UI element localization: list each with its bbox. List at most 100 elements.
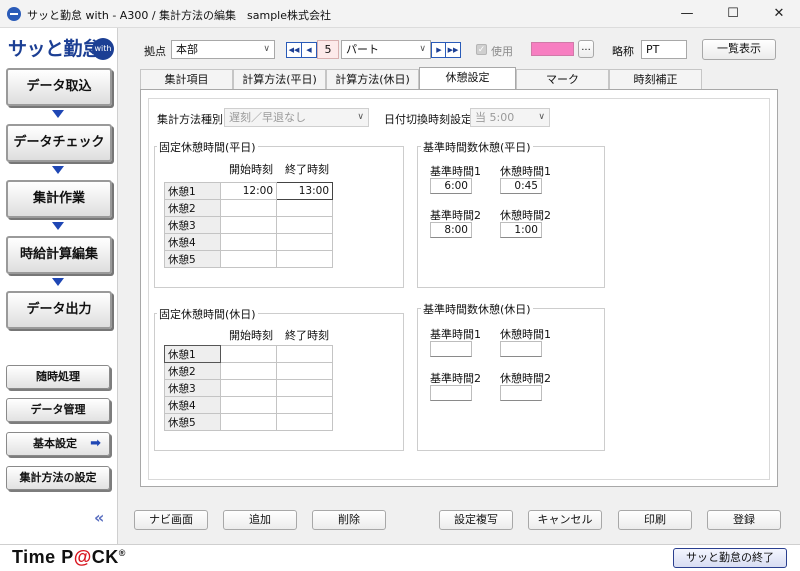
end-time-cell[interactable] — [276, 379, 333, 397]
flow-arrow-icon — [52, 166, 64, 174]
record-number[interactable]: 5 — [317, 40, 339, 59]
fixed-break-weekday-title: 固定休憩時間(平日) — [157, 139, 258, 155]
type-select[interactable]: パート ∨ — [341, 40, 431, 59]
table-row: 休憩5 — [164, 413, 333, 431]
table-row: 休憩2 — [164, 362, 333, 380]
flow-arrow-icon — [52, 110, 64, 118]
start-time-cell[interactable] — [220, 199, 277, 217]
prev-record-icon[interactable]: ◀ — [301, 42, 317, 58]
fixed-break-holiday-title: 固定休憩時間(休日) — [157, 306, 258, 322]
flow-arrow-icon — [52, 222, 64, 230]
break-hours-2-input[interactable] — [500, 385, 542, 401]
break-hours-1-input[interactable]: 0:45 — [500, 178, 542, 194]
start-time-cell[interactable] — [220, 413, 277, 431]
start-time-cell[interactable] — [220, 216, 277, 234]
side-btn-data-management[interactable]: データ管理 — [6, 398, 110, 422]
tab-calc-weekday[interactable]: 計算方法(平日) — [233, 69, 326, 89]
row-label: 休憩1 — [164, 345, 221, 363]
side-btn-adhoc[interactable]: 随時処理 — [6, 365, 110, 389]
collapse-nav-icon[interactable]: « — [94, 508, 104, 527]
start-time-cell[interactable] — [220, 233, 277, 251]
tab-calc-holiday[interactable]: 計算方法(休日) — [326, 69, 419, 89]
exit-app-button[interactable]: サッと勤怠の終了 — [673, 548, 787, 568]
site-select[interactable]: 本部 ∨ — [171, 40, 275, 59]
window-title: サッと勤怠 with - A300 / 集計方法の編集 sample株式会社 — [27, 9, 332, 22]
flow-arrow-icon — [52, 278, 64, 286]
start-time-cell[interactable] — [220, 379, 277, 397]
nav-step-aggregation[interactable]: 集計作業 — [6, 180, 112, 218]
break-hours-1-input[interactable] — [500, 341, 542, 357]
brand-text-a: Time P — [12, 547, 74, 567]
start-time-cell[interactable] — [220, 362, 277, 380]
std-hours-1-input[interactable] — [430, 341, 472, 357]
print-button[interactable]: 印刷 — [618, 510, 692, 530]
end-time-cell[interactable] — [276, 345, 333, 363]
nav-step-hourly-wage-edit[interactable]: 時給計算編集 — [6, 236, 112, 274]
arrow-right-icon: ➡ — [90, 436, 101, 451]
start-time-cell[interactable] — [220, 250, 277, 268]
end-time-cell[interactable] — [276, 216, 333, 234]
copy-settings-button[interactable]: 設定複写 — [439, 510, 513, 530]
tab-time-correction[interactable]: 時刻補正 — [609, 69, 702, 89]
col-start-label: 開始時刻 — [229, 163, 273, 176]
col-end-label: 終了時刻 — [285, 163, 329, 176]
side-btn-basic-settings[interactable]: 基本設定 ➡ — [6, 432, 110, 456]
row-label: 休憩3 — [164, 216, 221, 234]
use-label: 使用 — [491, 45, 513, 58]
maximize-button[interactable]: ☐ — [710, 0, 756, 28]
register-button[interactable]: 登録 — [707, 510, 781, 530]
nav-step-data-check[interactable]: データチェック — [6, 124, 112, 162]
delete-button[interactable]: 削除 — [312, 510, 386, 530]
chevron-down-icon: ∨ — [419, 44, 426, 54]
close-button[interactable]: ✕ — [756, 0, 800, 28]
table-row: 休憩4 — [164, 233, 333, 251]
break-hours-2-input[interactable]: 1:00 — [500, 222, 542, 238]
app-icon — [7, 7, 21, 21]
start-time-cell[interactable]: 12:00 — [220, 182, 277, 200]
end-time-cell[interactable]: 13:00 — [276, 182, 333, 200]
start-time-cell[interactable] — [220, 396, 277, 414]
last-record-icon[interactable]: ▶▶ — [445, 42, 461, 58]
cancel-button[interactable]: キャンセル — [528, 510, 602, 530]
tab-break-settings[interactable]: 休憩設定 — [419, 67, 516, 90]
row-label: 休憩2 — [164, 362, 221, 380]
end-time-cell[interactable] — [276, 362, 333, 380]
abbr-input[interactable]: PT — [641, 40, 687, 59]
start-time-cell[interactable] — [220, 345, 277, 363]
break-hours-1-label: 休憩時間1 — [500, 165, 551, 178]
method-type-label: 集計方法種別 — [157, 113, 223, 126]
brand-logo: Time P@CK® — [12, 547, 126, 568]
std-hours-2-input[interactable]: 8:00 — [430, 222, 472, 238]
row-label: 休憩3 — [164, 379, 221, 397]
std-hours-1-input[interactable]: 6:00 — [430, 178, 472, 194]
list-view-button[interactable]: 一覧表示 — [702, 39, 776, 60]
logo-text: サッと勤怠 — [8, 38, 101, 60]
end-time-cell[interactable] — [276, 250, 333, 268]
end-time-cell[interactable] — [276, 233, 333, 251]
end-time-cell[interactable] — [276, 396, 333, 414]
site-label: 拠点 — [144, 45, 166, 58]
std-hours-2-input[interactable] — [430, 385, 472, 401]
method-type-select[interactable]: 遅刻／早退なし ∨ — [224, 108, 369, 127]
nav-step-data-import[interactable]: データ取込 — [6, 68, 112, 106]
date-switch-select[interactable]: 当 5:00 ∨ — [470, 108, 550, 127]
tab-aggregation-items[interactable]: 集計項目 — [140, 69, 233, 89]
use-checkbox[interactable]: ✓ — [476, 44, 487, 55]
color-picker-button[interactable]: ... — [578, 40, 594, 58]
color-swatch[interactable] — [531, 42, 574, 56]
minimize-button[interactable]: — — [664, 0, 710, 28]
side-btn-aggregation-method[interactable]: 集計方法の設定 — [6, 466, 110, 490]
fixed-break-weekday-table: 休憩1 12:00 13:00 休憩2 休憩3 休憩4 休憩5 — [164, 182, 333, 268]
end-time-cell[interactable] — [276, 199, 333, 217]
end-time-cell[interactable] — [276, 413, 333, 431]
nav-step-data-output[interactable]: データ出力 — [6, 291, 112, 329]
first-record-icon[interactable]: ◀◀ — [286, 42, 302, 58]
chevron-down-icon: ∨ — [538, 112, 545, 122]
add-button[interactable]: 追加 — [223, 510, 297, 530]
brand-text-b: CK — [91, 547, 119, 567]
table-row: 休憩3 — [164, 216, 333, 234]
table-row: 休憩1 12:00 13:00 — [164, 182, 333, 200]
row-label: 休憩2 — [164, 199, 221, 217]
tab-mark[interactable]: マーク — [516, 69, 609, 89]
navi-screen-button[interactable]: ナビ画面 — [134, 510, 208, 530]
